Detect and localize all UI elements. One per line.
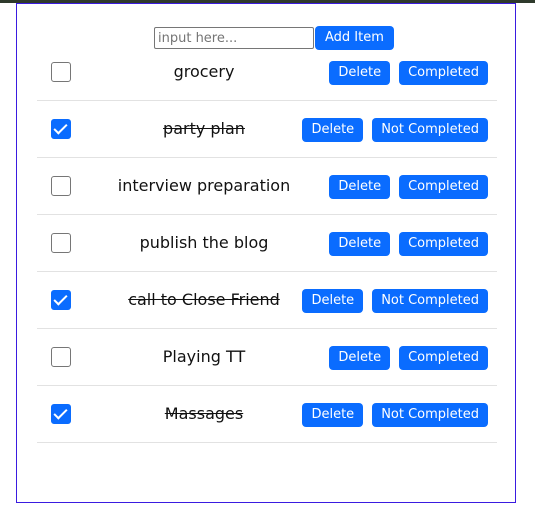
todo-row: publish the blog Delete Completed xyxy=(37,215,497,272)
todo-title: Playing TT xyxy=(162,347,246,366)
toggle-complete-button[interactable]: Completed xyxy=(399,175,488,199)
todo-checkbox[interactable] xyxy=(51,347,71,367)
todo-checkbox[interactable] xyxy=(51,176,71,196)
delete-button[interactable]: Delete xyxy=(329,346,391,370)
toggle-complete-button[interactable]: Completed xyxy=(399,232,488,256)
todo-row: Massages Delete Not Completed xyxy=(37,386,497,443)
delete-button[interactable]: Delete xyxy=(302,289,364,313)
toggle-complete-button[interactable]: Completed xyxy=(399,346,488,370)
todo-checkbox[interactable] xyxy=(51,404,71,424)
delete-button[interactable]: Delete xyxy=(329,175,391,199)
todo-row: party plan Delete Not Completed xyxy=(37,101,497,158)
todo-title: interview preparation xyxy=(117,176,291,195)
delete-button[interactable]: Delete xyxy=(302,118,364,142)
todo-actions: Delete Completed xyxy=(329,346,488,370)
delete-button[interactable]: Delete xyxy=(302,403,364,427)
todo-row: interview preparation Delete Completed xyxy=(37,158,497,215)
todo-row: call to Close Friend Delete Not Complete… xyxy=(37,272,497,329)
todo-row: Playing TT Delete Completed xyxy=(37,329,497,386)
todo-checkbox[interactable] xyxy=(51,233,71,253)
todo-title: call to Close Friend xyxy=(128,290,280,309)
todo-checkbox[interactable] xyxy=(51,62,71,82)
todo-actions: Delete Completed xyxy=(329,232,488,256)
todo-checkbox[interactable] xyxy=(51,290,71,310)
todo-row: grocery Delete Completed xyxy=(37,44,497,101)
toggle-complete-button[interactable]: Not Completed xyxy=(372,289,488,313)
toggle-complete-button[interactable]: Completed xyxy=(399,61,488,85)
todo-checkbox[interactable] xyxy=(51,119,71,139)
toggle-complete-button[interactable]: Not Completed xyxy=(372,403,488,427)
todo-title: Massages xyxy=(164,404,244,423)
todo-list: grocery Delete Completed party plan Dele… xyxy=(37,44,497,443)
delete-button[interactable]: Delete xyxy=(329,61,391,85)
todo-actions: Delete Not Completed xyxy=(302,118,488,142)
delete-button[interactable]: Delete xyxy=(329,232,391,256)
todo-actions: Delete Completed xyxy=(329,61,488,85)
todo-title: party plan xyxy=(163,119,245,138)
todo-title: publish the blog xyxy=(139,233,269,252)
todo-actions: Delete Completed xyxy=(329,175,488,199)
toggle-complete-button[interactable]: Not Completed xyxy=(372,118,488,142)
todo-actions: Delete Not Completed xyxy=(302,403,488,427)
todo-title: grocery xyxy=(173,62,235,81)
todo-actions: Delete Not Completed xyxy=(302,289,488,313)
todo-container: Add Item grocery Delete Completed party … xyxy=(16,3,516,503)
